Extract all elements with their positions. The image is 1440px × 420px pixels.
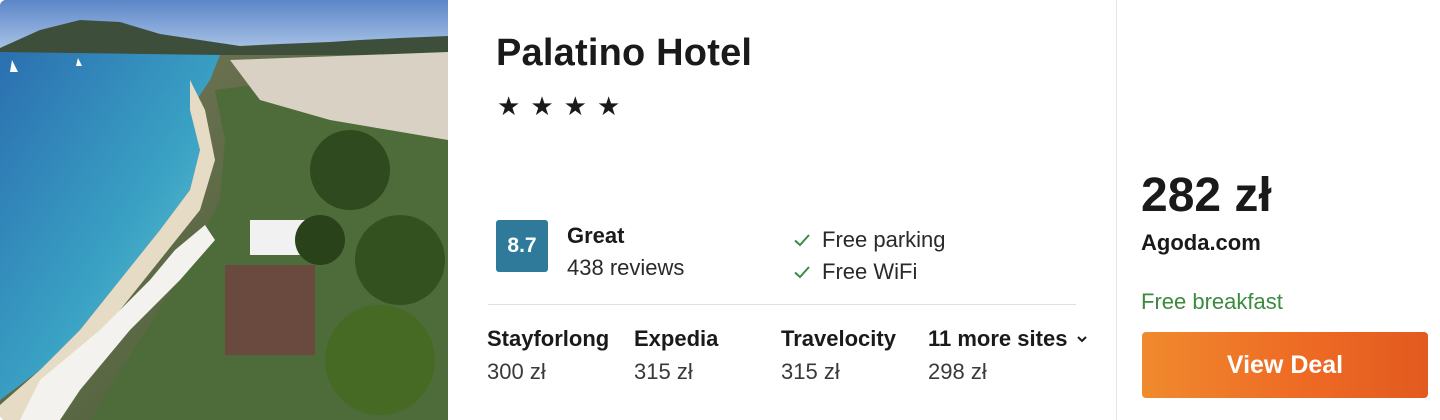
amenity-label: Free parking (822, 227, 946, 252)
view-deal-button[interactable]: View Deal (1142, 332, 1428, 398)
star-rating: ★ ★ ★ ★ (497, 92, 620, 120)
site-price: 298 zł (928, 359, 987, 384)
site-price-stayforlong[interactable]: Stayforlong 300 zł (487, 326, 609, 385)
rating-label: Great (567, 223, 625, 248)
deal-provider: Agoda.com (1141, 230, 1261, 255)
star-icon: ★ (497, 91, 521, 121)
site-price: 315 zł (634, 359, 693, 384)
check-icon (794, 266, 810, 279)
star-icon: ★ (530, 91, 554, 121)
column-divider (1116, 0, 1117, 420)
amenities-list: Free parking Free WiFi (792, 224, 946, 288)
site-price-travelocity[interactable]: Travelocity 315 zł (781, 326, 896, 385)
more-sites-label: 11 more sites (928, 326, 1089, 352)
site-price: 315 zł (781, 359, 840, 384)
more-sites-dropdown[interactable]: 11 more sites 298 zł (928, 326, 1089, 385)
divider (488, 304, 1076, 305)
hotel-photo-image (0, 0, 448, 420)
site-price-expedia[interactable]: Expedia 315 zł (634, 326, 718, 385)
site-name: Expedia (634, 326, 719, 351)
hotel-name[interactable]: Palatino Hotel (496, 32, 752, 75)
rating-score-badge: 8.7 (496, 220, 548, 272)
site-name: Travelocity (781, 326, 896, 351)
check-icon (794, 234, 810, 247)
star-icon: ★ (596, 91, 621, 121)
amenity-label: Free WiFi (822, 259, 918, 284)
site-price: 300 zł (487, 359, 546, 384)
deal-price[interactable]: 282 zł (1141, 168, 1272, 223)
chevron-down-icon (1077, 336, 1088, 343)
deal-extra: Free breakfast (1141, 289, 1283, 314)
amenity-item: Free WiFi (792, 256, 946, 288)
review-count[interactable]: 438 reviews (567, 255, 684, 281)
star-icon: ★ (563, 91, 587, 121)
hotel-photo[interactable] (0, 0, 448, 420)
hotel-result-card: Palatino Hotel ★ ★ ★ ★ 8.7 Great 438 rev… (0, 0, 1440, 420)
more-sites-text: 11 more sites (928, 326, 1068, 351)
site-name: Stayforlong (487, 326, 610, 351)
amenity-item: Free parking (792, 224, 946, 256)
